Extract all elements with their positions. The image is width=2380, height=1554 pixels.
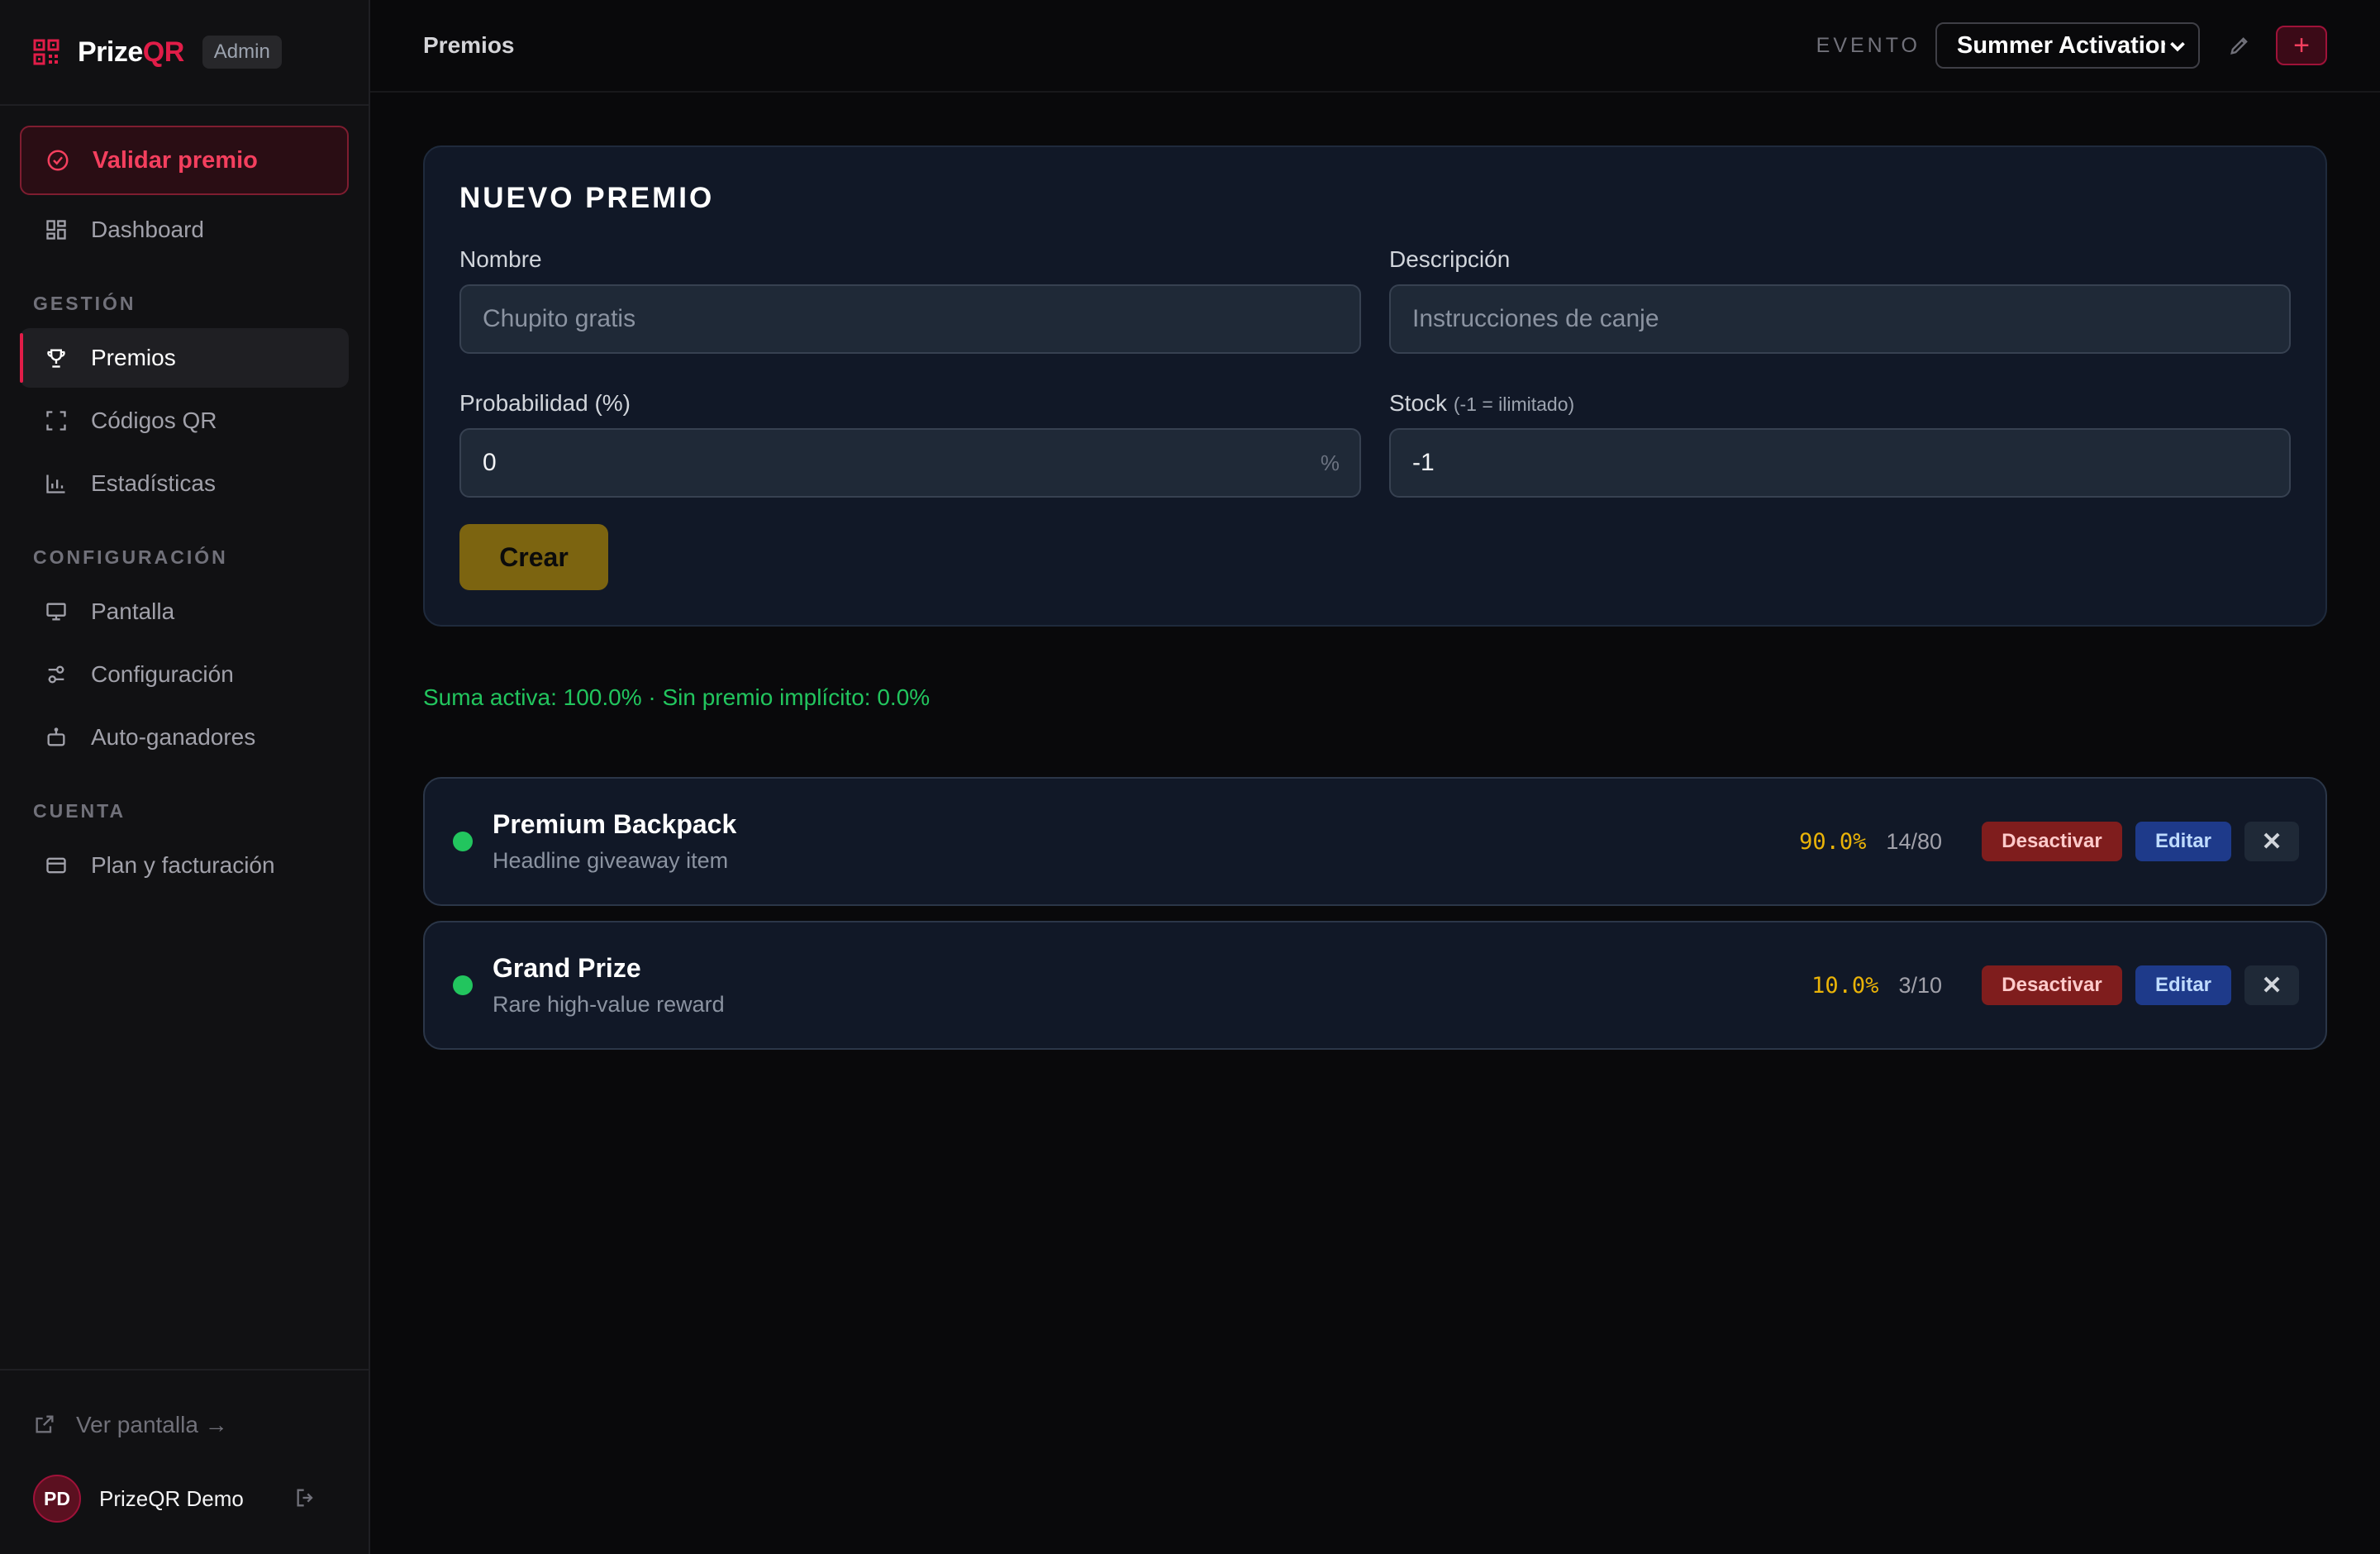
check-circle-icon — [45, 147, 71, 174]
prize-name: Grand Prize — [493, 953, 641, 983]
new-prize-form: NUEVO PREMIO Nombre Chupito gratis Descr… — [423, 145, 2327, 627]
form-title: NUEVO PREMIO — [459, 182, 715, 214]
sidebar-footer: Ver pantalla → PD PrizeQR Demo — [0, 1369, 369, 1554]
stock-group: Stock (-1 = ilimitado) -1 — [1389, 390, 2291, 498]
sidebar-item-dashboard[interactable]: Dashboard — [20, 200, 349, 260]
prize-row: Grand Prize Rare high-value reward 10.0%… — [423, 921, 2327, 1050]
crear-button[interactable]: Crear — [459, 524, 608, 590]
close-icon: ✕ — [2261, 827, 2282, 856]
prize-description: Headline giveaway item — [493, 848, 729, 873]
admin-badge: Admin — [202, 36, 282, 69]
chevron-down-icon — [2165, 34, 2190, 59]
sidebar-item-label: Configuración — [91, 661, 234, 687]
section-label-cuenta: CUENTA — [33, 800, 126, 822]
edit-button[interactable]: Editar — [2135, 822, 2231, 861]
prize-info: Grand Prize Rare high-value reward — [493, 953, 1811, 1018]
sidebar-item-label: Auto-ganadores — [91, 724, 256, 750]
nombre-group: Nombre Chupito gratis — [459, 246, 1361, 354]
probabilidad-value: 0 — [483, 449, 497, 476]
logout-icon[interactable] — [294, 1486, 319, 1511]
credit-card-icon — [43, 852, 69, 879]
descripcion-label: Descripción — [1389, 246, 1511, 272]
prize-list: Premium Backpack Headline giveaway item … — [423, 777, 2327, 1050]
add-event-button[interactable]: + — [2276, 26, 2327, 65]
sidebar-item-premios[interactable]: Premios — [20, 328, 349, 388]
prize-stock: 14/80 — [1886, 828, 1942, 854]
active-status-dot — [453, 832, 473, 851]
scan-icon — [43, 408, 69, 434]
sidebar-nav: Validar premio Dashboard GESTIÓN Premios — [0, 106, 369, 918]
prize-description: Rare high-value reward — [493, 992, 725, 1017]
prize-probability: 90.0% — [1799, 828, 1867, 855]
user-name: PrizeQR Demo — [99, 1485, 244, 1511]
sidebar-item-label: Códigos QR — [91, 408, 217, 433]
external-link-icon — [33, 1413, 58, 1437]
sidebar-item-label: Estadísticas — [91, 470, 216, 496]
sidebar-item-label: Plan y facturación — [91, 852, 275, 878]
probabilidad-group: Probabilidad (%) 0 % — [459, 390, 1361, 498]
brand-name: PrizeQR — [78, 36, 184, 68]
sidebar-item-estadisticas[interactable]: Estadísticas — [20, 454, 349, 513]
evento-label: EVENTO — [1816, 33, 1921, 57]
pencil-icon — [2230, 37, 2248, 55]
edit-event-button[interactable] — [2225, 31, 2254, 60]
stock-label: Stock (-1 = ilimitado) — [1389, 390, 1575, 416]
ver-pantalla-label: Ver pantalla → — [76, 1412, 228, 1437]
deactivate-button[interactable]: Desactivar — [1982, 965, 2122, 1005]
sidebar-item-label: Premios — [91, 345, 176, 370]
sidebar-item-validar-premio[interactable]: Validar premio — [20, 126, 349, 195]
main-content: Premios EVENTO Summer Activation + NUEVO… — [370, 0, 2380, 1554]
sidebar-item-auto-ganadores[interactable]: Auto-ganadores — [20, 708, 349, 767]
prize-probability: 10.0% — [1811, 972, 1879, 999]
bot-icon — [43, 724, 69, 751]
prize-stock: 3/10 — [1898, 972, 1942, 998]
delete-button[interactable]: ✕ — [2244, 965, 2299, 1005]
sidebar-item-pantalla[interactable]: Pantalla — [20, 582, 349, 641]
edit-button[interactable]: Editar — [2135, 965, 2231, 1005]
sidebar-item-label: Pantalla — [91, 598, 175, 624]
topbar: Premios EVENTO Summer Activation + — [370, 0, 2380, 93]
sidebar-item-configuracion[interactable]: Configuración — [20, 645, 349, 704]
bar-chart-icon — [43, 470, 69, 497]
brand: PrizeQR Admin — [0, 0, 369, 106]
probabilidad-input[interactable]: 0 % — [459, 428, 1361, 498]
stock-hint: (-1 = ilimitado) — [1453, 393, 1575, 415]
sidebar-item-label: Validar premio — [93, 146, 258, 174]
nombre-label: Nombre — [459, 246, 542, 272]
descripcion-input[interactable]: Instrucciones de canje — [1389, 284, 2291, 354]
event-select-value: Summer Activation — [1957, 31, 2175, 59]
content: NUEVO PREMIO Nombre Chupito gratis Descr… — [370, 93, 2380, 1118]
prize-row: Premium Backpack Headline giveaway item … — [423, 777, 2327, 906]
descripcion-group: Descripción Instrucciones de canje — [1389, 246, 2291, 354]
qr-logo-icon — [33, 39, 60, 65]
sliders-icon — [43, 661, 69, 688]
monitor-icon — [43, 598, 69, 625]
active-status-dot — [453, 975, 473, 995]
deactivate-button[interactable]: Desactivar — [1982, 822, 2122, 861]
probability-summary: Suma activa: 100.0% · Sin premio implíci… — [423, 684, 931, 710]
sidebar-item-label: Dashboard — [91, 217, 204, 242]
section-label-gestion: GESTIÓN — [33, 293, 136, 314]
event-select[interactable]: Summer Activation — [1935, 22, 2200, 69]
percent-suffix: % — [1320, 450, 1340, 475]
page-title: Premios — [423, 32, 515, 58]
close-icon: ✕ — [2261, 971, 2282, 999]
sidebar: PrizeQR Admin Validar premio Dashboard G… — [0, 0, 370, 1554]
section-label-configuracion: CONFIGURACIÓN — [33, 546, 228, 568]
avatar[interactable]: PD — [33, 1475, 81, 1523]
user-profile: PD PrizeQR Demo — [33, 1463, 336, 1534]
probabilidad-label: Probabilidad (%) — [459, 390, 631, 416]
grid-icon — [43, 217, 69, 243]
stock-input[interactable]: -1 — [1389, 428, 2291, 498]
prize-name: Premium Backpack — [493, 809, 737, 839]
sidebar-item-codigos-qr[interactable]: Códigos QR — [20, 391, 349, 450]
trophy-icon — [43, 345, 69, 371]
ver-pantalla-link[interactable]: Ver pantalla → — [33, 1397, 336, 1453]
prize-info: Premium Backpack Headline giveaway item — [493, 809, 1799, 874]
sidebar-item-plan-facturacion[interactable]: Plan y facturación — [20, 836, 349, 895]
nombre-input[interactable]: Chupito gratis — [459, 284, 1361, 354]
delete-button[interactable]: ✕ — [2244, 822, 2299, 861]
